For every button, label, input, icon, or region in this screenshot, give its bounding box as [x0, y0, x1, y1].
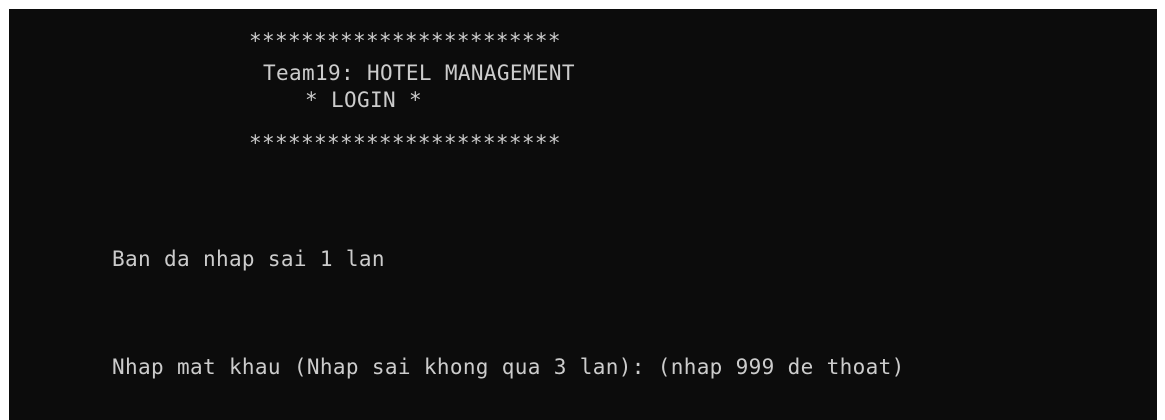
error-message: Ban da nhap sai 1 lan: [112, 247, 385, 271]
header-border-bottom: ************************: [249, 131, 561, 155]
app-title: Team19: HOTEL MANAGEMENT: [263, 61, 575, 85]
password-prompt[interactable]: Nhap mat khau (Nhap sai khong qua 3 lan)…: [112, 355, 905, 379]
login-heading: * LOGIN *: [305, 88, 422, 112]
header-border-top: ************************: [249, 29, 561, 53]
window-frame: ************************ Team19: HOTEL M…: [0, 0, 1165, 420]
console-window[interactable]: ************************ Team19: HOTEL M…: [9, 9, 1157, 420]
